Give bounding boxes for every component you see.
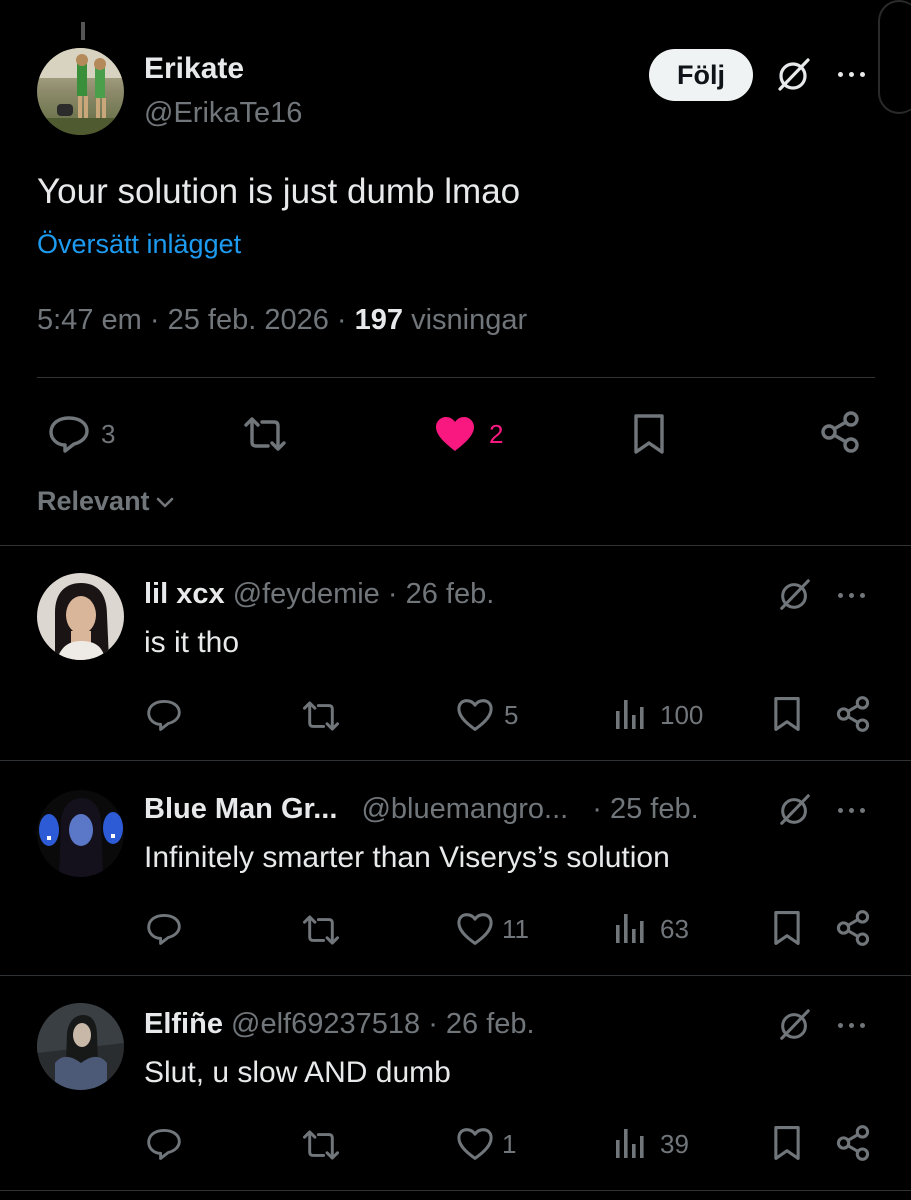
bookmark-icon[interactable] <box>772 696 802 732</box>
divider <box>37 377 875 378</box>
meta-separator: · <box>336 304 347 336</box>
heart-icon[interactable] <box>456 698 494 732</box>
divider <box>0 545 911 546</box>
reply-handle[interactable]: @elf69237518 <box>231 1008 420 1040</box>
grok-icon[interactable] <box>777 1007 813 1043</box>
grok-icon[interactable] <box>775 56 813 94</box>
views-count: 100 <box>660 700 704 730</box>
divider <box>0 760 911 761</box>
share-icon[interactable] <box>835 695 871 733</box>
like-count: 1 <box>502 1129 517 1159</box>
reply-count: 3 <box>101 419 116 449</box>
share-icon[interactable] <box>819 410 861 454</box>
reply-header: Elfiñe @elf69237518 · 26 feb. <box>144 1008 535 1041</box>
reply-icon[interactable] <box>146 1127 182 1161</box>
reply-handle[interactable]: @feydemie <box>233 578 380 610</box>
heart-filled-icon[interactable] <box>434 415 476 453</box>
repost-icon[interactable] <box>301 914 341 946</box>
sort-label: Relevant <box>37 486 150 516</box>
reply-display-name[interactable]: Blue Man Gr... <box>144 793 337 825</box>
post-time: 5:47 em <box>37 304 142 336</box>
grok-icon[interactable] <box>777 577 813 613</box>
more-icon[interactable] <box>838 1021 872 1031</box>
post-text: Your solution is just dumb lmao <box>37 172 521 211</box>
reply-date[interactable]: · 26 feb. <box>428 1008 534 1040</box>
more-icon[interactable] <box>838 806 872 816</box>
views-count: 39 <box>660 1129 689 1159</box>
reply-avatar[interactable] <box>37 573 124 660</box>
bookmark-icon[interactable] <box>772 1125 802 1161</box>
grok-icon[interactable] <box>777 792 813 828</box>
views-icon[interactable] <box>613 1126 647 1160</box>
views-icon[interactable] <box>613 911 647 945</box>
reply-header: Blue Man Gr... @bluemangro... · 25 feb. <box>144 793 699 826</box>
like-count: 11 <box>502 914 529 944</box>
views-count: 197 <box>354 304 404 336</box>
chevron-down-icon <box>154 491 176 513</box>
reply-display-name[interactable]: lil xcx <box>144 578 225 610</box>
like-count: 5 <box>504 700 519 730</box>
reply-text: Infinitely smarter than Viserys’s soluti… <box>144 841 670 874</box>
views-label: visningar <box>411 304 528 336</box>
reply-icon[interactable] <box>146 912 182 946</box>
divider <box>0 975 911 976</box>
more-icon[interactable] <box>838 591 872 601</box>
reply-text: is it tho <box>144 626 240 659</box>
post-date: 25 feb. 2026 <box>167 304 329 336</box>
share-icon[interactable] <box>835 1124 871 1162</box>
views-count: 63 <box>660 914 689 944</box>
divider <box>0 1190 911 1191</box>
more-icon[interactable] <box>838 70 872 80</box>
views-icon[interactable] <box>613 697 647 731</box>
repost-icon[interactable] <box>301 700 341 732</box>
post-meta: 5:47 em · 25 feb. 2026 · 197 visningar <box>37 304 527 337</box>
heart-icon[interactable] <box>456 912 494 946</box>
author-handle[interactable]: @ErikaTe16 <box>144 97 302 130</box>
bookmark-icon[interactable] <box>632 413 666 455</box>
bookmark-icon[interactable] <box>772 910 802 946</box>
author-display-name[interactable]: Erikate <box>144 52 244 86</box>
reply-header: lil xcx @feydemie · 26 feb. <box>144 578 494 611</box>
follow-button[interactable]: Följ <box>649 49 753 101</box>
reply-icon[interactable] <box>48 414 90 454</box>
reply-avatar[interactable] <box>37 790 124 877</box>
repost-icon[interactable] <box>301 1129 341 1161</box>
heart-icon[interactable] <box>456 1127 494 1161</box>
like-count: 2 <box>489 419 504 449</box>
reply-date[interactable]: · 26 feb. <box>388 578 494 610</box>
reply-display-name[interactable]: Elfiñe <box>144 1008 223 1040</box>
author-avatar[interactable] <box>37 48 124 135</box>
reply-handle[interactable]: @bluemangro... <box>361 793 568 825</box>
reply-text: Slut, u slow AND dumb <box>144 1056 451 1089</box>
side-panel-edge <box>878 0 911 114</box>
share-icon[interactable] <box>835 909 871 947</box>
sort-dropdown[interactable]: Relevant <box>37 486 176 517</box>
meta-separator: · <box>149 304 160 336</box>
reply-avatar[interactable] <box>37 1003 124 1090</box>
translate-link[interactable]: Översätt inlägget <box>37 229 241 260</box>
reply-icon[interactable] <box>146 698 182 732</box>
reply-date[interactable]: · 25 feb. <box>592 793 698 825</box>
top-tick <box>81 22 85 40</box>
repost-icon[interactable] <box>242 416 288 452</box>
